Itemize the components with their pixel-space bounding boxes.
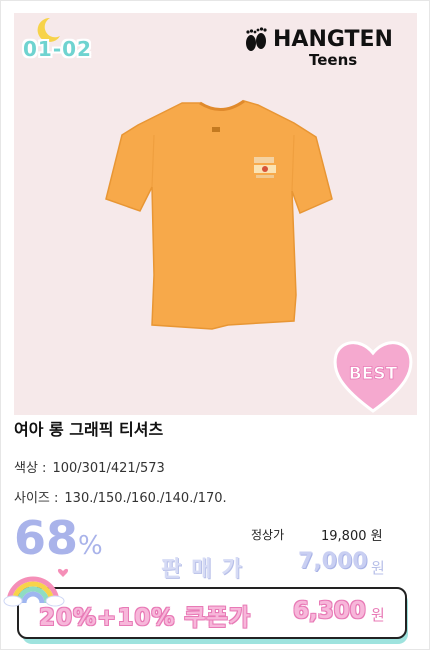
product-image-area[interactable]: 01-02 HANGTEN Teens BEST	[14, 13, 417, 415]
size-value: 130./150./160./140./170.	[64, 491, 227, 506]
event-code: 01-02	[23, 37, 92, 61]
footprints-icon	[246, 27, 267, 51]
discount-symbol: %	[78, 531, 103, 561]
tshirt-image	[105, 99, 333, 330]
discount-number: 68	[14, 511, 79, 565]
brand-logo: HANGTEN Teens	[235, 21, 405, 69]
coupon-price-unit: 원	[371, 606, 385, 624]
color-value: 100/301/421/573	[52, 461, 165, 476]
color-label: 색상 :	[14, 461, 47, 476]
best-heart-badge: BEST	[333, 341, 413, 413]
best-text: BEST	[349, 364, 398, 384]
brand-name: HANGTEN	[273, 27, 393, 52]
brand-sub: Teens	[309, 51, 358, 69]
sale-price-unit: 원	[371, 559, 385, 577]
discount-rate: 68%	[14, 515, 103, 561]
coupon-price-box[interactable]: 20%+10% 쿠폰가 6,300 원	[17, 587, 407, 639]
regular-price: 19,800 원	[321, 529, 383, 544]
size-label: 사이즈 :	[14, 491, 59, 506]
sale-price-label: 판매가	[161, 557, 252, 582]
sale-price: 7,000	[298, 549, 368, 574]
color-row: 색상 : 100/301/421/573	[14, 457, 165, 476]
product-card[interactable]: 01-02 HANGTEN Teens BEST 여아 롱 그래픽 티셔츠 색상…	[0, 0, 430, 650]
coupon-price: 6,300	[293, 598, 366, 624]
regular-price-label: 정상가	[251, 528, 285, 542]
product-title[interactable]: 여아 롱 그래픽 티셔츠	[14, 416, 163, 440]
rainbow-icon	[3, 568, 69, 607]
size-row: 사이즈 : 130./150./160./140./170.	[14, 487, 227, 506]
